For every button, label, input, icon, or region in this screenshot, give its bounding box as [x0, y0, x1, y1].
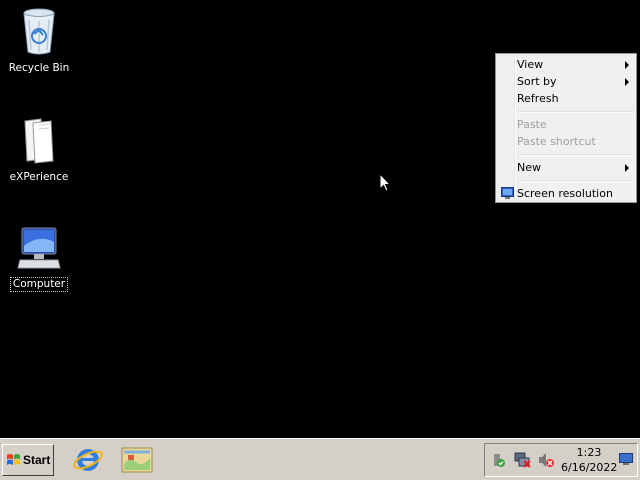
menu-item-sort-by[interactable]: Sort by [498, 73, 634, 90]
recycle-bin-icon [23, 8, 55, 55]
menu-item-new[interactable]: New [498, 159, 634, 176]
start-button[interactable]: Start [2, 444, 54, 476]
experience-folder-shortcut[interactable]: eXPerience [0, 115, 78, 184]
submenu-arrow-icon [625, 61, 629, 69]
desktop[interactable]: Recycle Bin eXPerience Computer View Sor… [0, 0, 640, 438]
experience-folder-label: eXPerience [9, 171, 69, 183]
volume-muted-icon[interactable] [538, 452, 554, 468]
menu-separator [518, 111, 633, 113]
action-center-icon[interactable] [490, 452, 506, 468]
menu-item-view[interactable]: View [498, 56, 634, 73]
menu-item-paste[interactable]: Paste [498, 116, 634, 133]
screen-resolution-icon [501, 187, 514, 199]
menu-item-screen-resolution-label: Screen resolution [517, 187, 613, 200]
menu-separator [518, 180, 633, 182]
menu-item-paste-shortcut[interactable]: Paste shortcut [498, 133, 634, 150]
submenu-arrow-icon [625, 164, 629, 172]
clock-date: 6/16/2022 [561, 461, 618, 474]
system-tray: 1:23 6/16/2022 [484, 443, 638, 477]
clock-time: 1:23 [576, 446, 602, 459]
menu-item-paste-shortcut-label: Paste shortcut [517, 135, 596, 148]
clock[interactable]: 1:23 6/16/2022 [561, 445, 617, 475]
windows-flag-icon [7, 454, 20, 465]
network-disconnected-icon[interactable] [514, 452, 532, 468]
submenu-arrow-icon [625, 78, 629, 86]
recycle-bin-label: Recycle Bin [8, 62, 70, 74]
taskbar: Start 1:23 6/16/2022 [0, 438, 640, 480]
computer-shortcut[interactable]: Computer [0, 226, 78, 292]
menu-item-view-label: View [517, 58, 544, 71]
desktop-context-menu: View Sort by Refresh Paste Paste shortcu… [495, 53, 637, 203]
show-desktop-button-icon[interactable] [619, 453, 633, 466]
menu-separator [518, 154, 633, 156]
recycle-bin-shortcut[interactable]: Recycle Bin [0, 6, 78, 75]
computer-label: Computer [9, 277, 69, 292]
internet-explorer-icon[interactable] [72, 444, 104, 476]
menu-item-sort-by-label: Sort by [517, 75, 557, 88]
menu-item-new-label: New [517, 161, 541, 174]
menu-item-refresh-label: Refresh [517, 92, 559, 105]
start-label: Start [23, 453, 51, 467]
menu-item-screen-resolution[interactable]: Screen resolution [498, 185, 634, 202]
folder-icon [24, 118, 54, 164]
mouse-cursor-icon [379, 173, 391, 192]
show-desktop-icon[interactable] [120, 444, 154, 476]
computer-icon [17, 227, 61, 269]
menu-item-paste-label: Paste [517, 118, 547, 131]
menu-item-refresh[interactable]: Refresh [498, 90, 634, 107]
